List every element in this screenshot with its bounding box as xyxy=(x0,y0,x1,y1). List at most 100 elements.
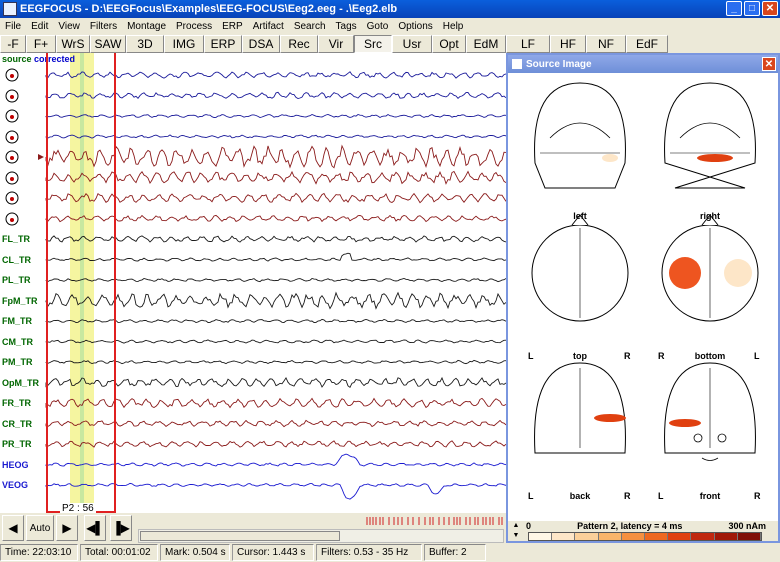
source-dot xyxy=(10,74,14,78)
channel-label[interactable]: PL_TR xyxy=(2,275,31,285)
colorbar-scale xyxy=(528,532,762,541)
first-page-icon[interactable]: ◀ xyxy=(2,515,24,541)
activation-blob xyxy=(724,259,752,287)
head-channel-icon[interactable] xyxy=(3,211,21,227)
source-dot xyxy=(10,135,14,140)
source-dot xyxy=(10,115,14,119)
toolbar-button-rec[interactable]: Rec xyxy=(280,35,318,53)
toolbar-button-edm[interactable]: EdM xyxy=(466,35,506,53)
view-label-bottom: bottom xyxy=(694,351,726,361)
channel-label[interactable]: VEOG xyxy=(2,480,28,490)
toolbar-button-usr[interactable]: Usr xyxy=(392,35,432,53)
window-icon xyxy=(512,59,522,69)
orientation-label: L xyxy=(528,351,534,361)
colorbar-spinner[interactable]: ▲ ▼ xyxy=(510,521,522,541)
colorbar-cell xyxy=(668,533,692,540)
channel-label[interactable]: PR_TR xyxy=(2,439,32,449)
colorbar: ▲ ▼ 0 Pattern 2, latency = 4 ms 300 nAm xyxy=(508,521,778,541)
menu-item-montage[interactable]: Montage xyxy=(122,21,171,32)
head-channel-icon[interactable] xyxy=(3,67,21,83)
orientation-label: R xyxy=(624,351,631,361)
status-total: Total: 00:01:02 xyxy=(80,544,158,561)
menu-item-process[interactable]: Process xyxy=(171,21,217,32)
spin-up-icon[interactable]: ▲ xyxy=(510,521,522,531)
menu-item-tags[interactable]: Tags xyxy=(331,21,362,32)
channel-label[interactable]: HEOG xyxy=(2,460,29,470)
head-view-back xyxy=(534,362,626,454)
colorbar-max: 300 nAm xyxy=(728,521,766,531)
maximize-button[interactable]: □ xyxy=(744,1,760,16)
close-button[interactable]: ✕ xyxy=(762,1,778,16)
app-icon xyxy=(3,2,17,16)
selection-marker[interactable] xyxy=(46,53,116,513)
channel-label[interactable]: FM_TR xyxy=(2,316,32,326)
menu-item-file[interactable]: File xyxy=(0,21,26,32)
channel-label[interactable]: CM_TR xyxy=(2,337,33,347)
head-views xyxy=(531,82,759,461)
source-close-icon[interactable]: ✕ xyxy=(762,57,776,71)
colorbar-cell xyxy=(645,533,669,540)
channel-label[interactable]: CR_TR xyxy=(2,419,32,429)
status-cursor: Cursor: 1.443 s xyxy=(232,544,314,561)
window-title: EEGFOCUS - D:\EEGFocus\Examples\EEG-FOCU… xyxy=(20,3,398,15)
head-channel-icon[interactable] xyxy=(3,170,21,186)
menu-item-filters[interactable]: Filters xyxy=(85,21,122,32)
toolbar-button-edf[interactable]: EdF xyxy=(626,35,668,53)
head-view-left xyxy=(534,82,626,189)
colorbar-cell xyxy=(714,533,738,540)
toolbar-button-f[interactable]: -F xyxy=(0,35,26,53)
eeg-trace-area[interactable]: source corrected FL_TR CL_TR PL_TR FpM_TR FM… xyxy=(0,53,506,514)
step-back-icon[interactable]: ◀▌ xyxy=(84,515,106,541)
toolbar-button-lf[interactable]: LF xyxy=(506,35,550,53)
head-channel-icon[interactable] xyxy=(3,108,21,124)
menu-item-artifact[interactable]: Artifact xyxy=(248,21,289,32)
activation-blob xyxy=(602,154,618,162)
toolbar-button-nf[interactable]: NF xyxy=(586,35,626,53)
orientation-label: R xyxy=(624,491,631,501)
head-channel-icon[interactable] xyxy=(3,190,21,206)
navigation-bar: ◀ Auto ▶ ◀▌ ▐▶ xyxy=(0,513,506,543)
toolbar-button-wrs[interactable]: WrS xyxy=(56,35,90,53)
colorbar-cell xyxy=(691,533,715,540)
menu-item-view[interactable]: View xyxy=(53,21,85,32)
head-view-right xyxy=(664,82,756,189)
head-channel-icon[interactable] xyxy=(3,88,21,104)
scroll-thumb[interactable] xyxy=(140,531,340,541)
play-icon[interactable]: ▶ xyxy=(56,515,78,541)
channel-label[interactable]: CL_TR xyxy=(2,255,31,265)
toolbar: -F F+ WrS SAW 3D IMG ERP DSA Rec Vir Src Usr Opt EdM L… xyxy=(0,35,780,53)
toolbar-button-src[interactable]: Src xyxy=(354,35,392,53)
toolbar-button-dsa[interactable]: DSA xyxy=(242,35,280,53)
auto-button[interactable]: Auto xyxy=(26,515,54,541)
menu-item-help[interactable]: Help xyxy=(438,21,469,32)
toolbar-button-img[interactable]: IMG xyxy=(164,35,204,53)
channel-label[interactable]: FL_TR xyxy=(2,234,30,244)
head-channel-icon[interactable] xyxy=(3,129,21,145)
toolbar-button-erp[interactable]: ERP xyxy=(204,35,242,53)
menu-item-goto[interactable]: Goto xyxy=(362,21,394,32)
channel-label[interactable]: OpM_TR xyxy=(2,378,39,388)
menu-item-edit[interactable]: Edit xyxy=(26,21,53,32)
minimize-button[interactable]: _ xyxy=(726,1,742,16)
toolbar-button-opt[interactable]: Opt xyxy=(432,35,466,53)
channel-label[interactable]: PM_TR xyxy=(2,357,33,367)
menu-item-erp[interactable]: ERP xyxy=(217,21,248,32)
view-label-front: front xyxy=(699,491,721,501)
spin-down-icon[interactable]: ▼ xyxy=(510,531,522,541)
toolbar-button-vir[interactable]: Vir xyxy=(318,35,354,53)
orientation-label: L xyxy=(658,491,664,501)
source-dot xyxy=(10,197,14,201)
colorbar-cell xyxy=(737,533,762,540)
status-filters: Filters: 0.53 - 35 Hz xyxy=(316,544,422,561)
source-views: left right top L Rbottom R Lback L Rfront L R xyxy=(508,73,778,521)
channel-label[interactable]: FpM_TR xyxy=(2,296,38,306)
toolbar-button-f[interactable]: F+ xyxy=(26,35,56,53)
channel-label[interactable]: FR_TR xyxy=(2,398,31,408)
menu-item-options[interactable]: Options xyxy=(393,21,437,32)
toolbar-button-3d[interactable]: 3D xyxy=(126,35,164,53)
step-forward-icon[interactable]: ▐▶ xyxy=(110,515,132,541)
menu-item-search[interactable]: Search xyxy=(289,21,331,32)
head-channel-icon[interactable] xyxy=(3,149,21,165)
toolbar-button-saw[interactable]: SAW xyxy=(90,35,126,53)
toolbar-button-hf[interactable]: HF xyxy=(550,35,586,53)
